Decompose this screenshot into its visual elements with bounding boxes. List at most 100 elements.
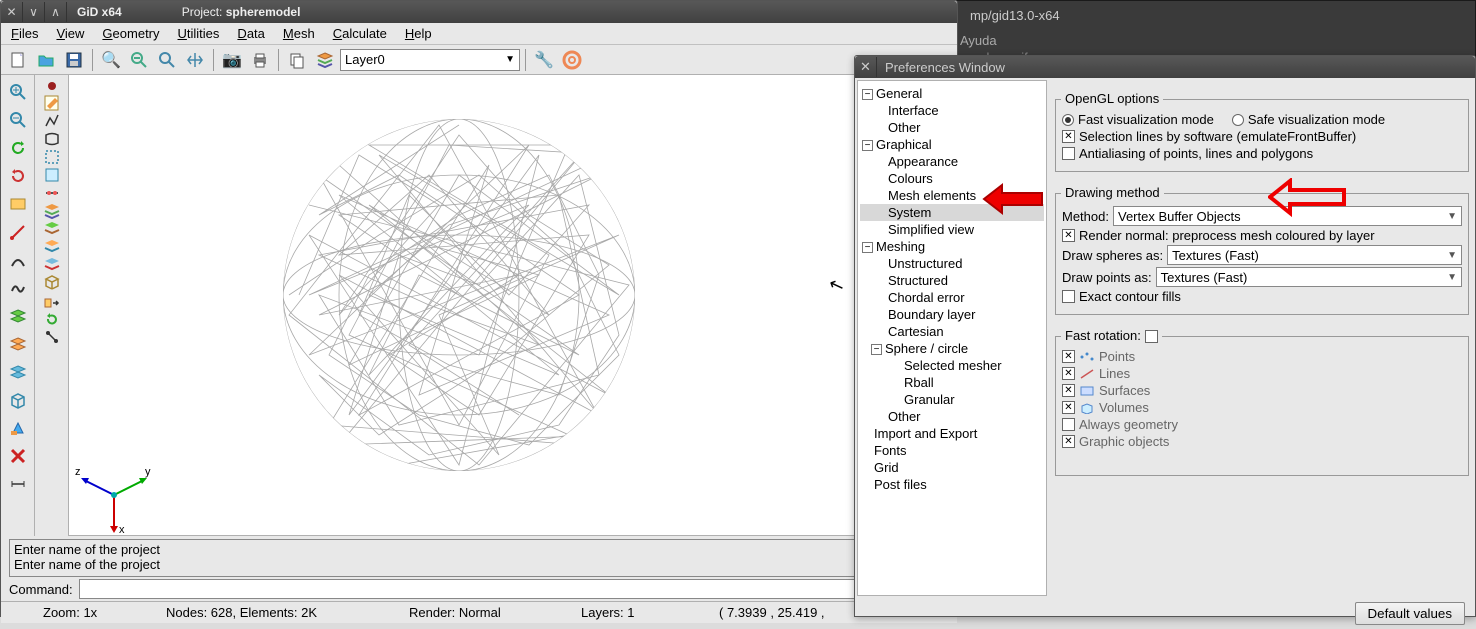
settings-icon[interactable]: 🔧: [531, 47, 557, 73]
layer-select[interactable]: Layer0▼: [340, 49, 520, 71]
prism-icon[interactable]: [5, 415, 31, 441]
minimize-icon[interactable]: ∨: [23, 2, 45, 22]
zoom-in-icon[interactable]: 🔍: [98, 47, 124, 73]
menu-mesh[interactable]: Mesh: [283, 26, 315, 41]
tree-graphical[interactable]: −Graphical: [860, 136, 1044, 153]
command-input[interactable]: [79, 579, 949, 599]
layers-blue-icon[interactable]: [5, 359, 31, 385]
chk-fr-surfaces[interactable]: [1062, 384, 1075, 397]
layers-copy-icon[interactable]: [43, 238, 61, 256]
tree-fonts[interactable]: Fonts: [860, 442, 1044, 459]
tree-unstructured[interactable]: Unstructured: [860, 255, 1044, 272]
connect-icon[interactable]: [43, 328, 61, 346]
menu-data[interactable]: Data: [237, 26, 264, 41]
chk-selection-lines[interactable]: [1062, 130, 1075, 143]
tree-simplified[interactable]: Simplified view: [860, 221, 1044, 238]
menu-help[interactable]: Help: [405, 26, 432, 41]
help-ring-icon[interactable]: [559, 47, 585, 73]
layers-orange-icon[interactable]: [5, 331, 31, 357]
chk-render-label: Render normal: preprocess mesh coloured …: [1079, 228, 1375, 243]
menu-utilities[interactable]: Utilities: [178, 26, 220, 41]
delete-icon[interactable]: [5, 443, 31, 469]
dimension-icon[interactable]: [5, 471, 31, 497]
chk-exact-contour[interactable]: [1062, 290, 1075, 303]
layers-move-icon[interactable]: [43, 220, 61, 238]
message-area: Enter name of the project Enter name of …: [9, 539, 949, 577]
close-icon[interactable]: ✕: [1, 2, 23, 22]
tree-selected-mesher[interactable]: Selected mesher: [860, 357, 1044, 374]
transform-icon[interactable]: [43, 292, 61, 310]
tree-appearance[interactable]: Appearance: [860, 153, 1044, 170]
box-icon[interactable]: [5, 387, 31, 413]
rotate-cw-icon[interactable]: [5, 163, 31, 189]
chk-fr-always[interactable]: [1062, 418, 1075, 431]
tree-general[interactable]: −General: [860, 85, 1044, 102]
save-icon[interactable]: [61, 47, 87, 73]
zoom-plus-icon[interactable]: [5, 79, 31, 105]
tree-interface[interactable]: Interface: [860, 102, 1044, 119]
nurbs-tool-icon[interactable]: [5, 275, 31, 301]
menu-view[interactable]: View: [56, 26, 84, 41]
chk-fr-lines[interactable]: [1062, 367, 1075, 380]
mesh-gen-icon[interactable]: [43, 274, 61, 292]
tree-chordal[interactable]: Chordal error: [860, 289, 1044, 306]
zoom-out-icon[interactable]: [126, 47, 152, 73]
points-combo[interactable]: Textures (Fast)▼: [1156, 267, 1462, 287]
divide-icon[interactable]: [43, 184, 61, 202]
chk-render-normal[interactable]: [1062, 229, 1075, 242]
tree-structured[interactable]: Structured: [860, 272, 1044, 289]
rotate-ccw-icon[interactable]: [5, 135, 31, 161]
layers-green-icon[interactable]: [5, 303, 31, 329]
chk-fr-graphic[interactable]: [1062, 435, 1075, 448]
trim-icon[interactable]: [43, 166, 61, 184]
maximize-icon[interactable]: ∧: [45, 2, 67, 22]
tree-post[interactable]: Post files: [860, 476, 1044, 493]
chk-fr-points[interactable]: [1062, 350, 1075, 363]
open-icon[interactable]: [33, 47, 59, 73]
redraw-icon[interactable]: [5, 191, 31, 217]
polyline-icon[interactable]: [43, 112, 61, 130]
edit-icon[interactable]: [43, 94, 61, 112]
rotate-green-icon[interactable]: [43, 310, 61, 328]
spheres-combo[interactable]: Textures (Fast)▼: [1167, 245, 1462, 265]
pan-icon[interactable]: [182, 47, 208, 73]
layers-icon[interactable]: [312, 47, 338, 73]
viewport[interactable]: x y z ↖: [69, 75, 923, 536]
tree-grid[interactable]: Grid: [860, 459, 1044, 476]
arc-tool-icon[interactable]: [5, 247, 31, 273]
tree-boundary[interactable]: Boundary layer: [860, 306, 1044, 323]
tree-cartesian[interactable]: Cartesian: [860, 323, 1044, 340]
tree-granular[interactable]: Granular: [860, 391, 1044, 408]
default-values-button[interactable]: Default values: [1355, 602, 1465, 625]
prefs-tree[interactable]: −General Interface Other −Graphical Appe…: [857, 80, 1047, 596]
chk-fr-volumes[interactable]: [1062, 401, 1075, 414]
bg-window-menu[interactable]: Ayuda: [960, 33, 997, 48]
layers-del-icon[interactable]: [43, 256, 61, 274]
tree-sphere[interactable]: −Sphere / circle: [860, 340, 1044, 357]
tree-import[interactable]: Import and Export: [860, 425, 1044, 442]
print-icon[interactable]: [247, 47, 273, 73]
menu-calculate[interactable]: Calculate: [333, 26, 387, 41]
point-icon[interactable]: [44, 78, 60, 94]
radio-safe-label: Safe visualization mode: [1248, 112, 1385, 127]
tree-other2[interactable]: Other: [860, 408, 1044, 425]
tree-rball[interactable]: Rball: [860, 374, 1044, 391]
select-box-icon[interactable]: [43, 148, 61, 166]
menu-files[interactable]: Files: [11, 26, 38, 41]
menu-geometry[interactable]: Geometry: [102, 26, 159, 41]
line-tool-icon[interactable]: [5, 219, 31, 245]
surface-icon[interactable]: [43, 130, 61, 148]
chk-antialias[interactable]: [1062, 147, 1075, 160]
chk-fastrot-enable[interactable]: [1145, 330, 1158, 343]
tree-other[interactable]: Other: [860, 119, 1044, 136]
camera-icon[interactable]: 📷: [219, 47, 245, 73]
new-icon[interactable]: [5, 47, 31, 73]
layers-stack-icon[interactable]: [43, 202, 61, 220]
copy-icon[interactable]: [284, 47, 310, 73]
zoom-minus-icon[interactable]: [5, 107, 31, 133]
radio-fast-vis[interactable]: [1062, 114, 1074, 126]
tree-meshing[interactable]: −Meshing: [860, 238, 1044, 255]
radio-safe-vis[interactable]: [1232, 114, 1244, 126]
close-icon[interactable]: ✕: [855, 57, 877, 77]
zoom-fit-icon[interactable]: [154, 47, 180, 73]
